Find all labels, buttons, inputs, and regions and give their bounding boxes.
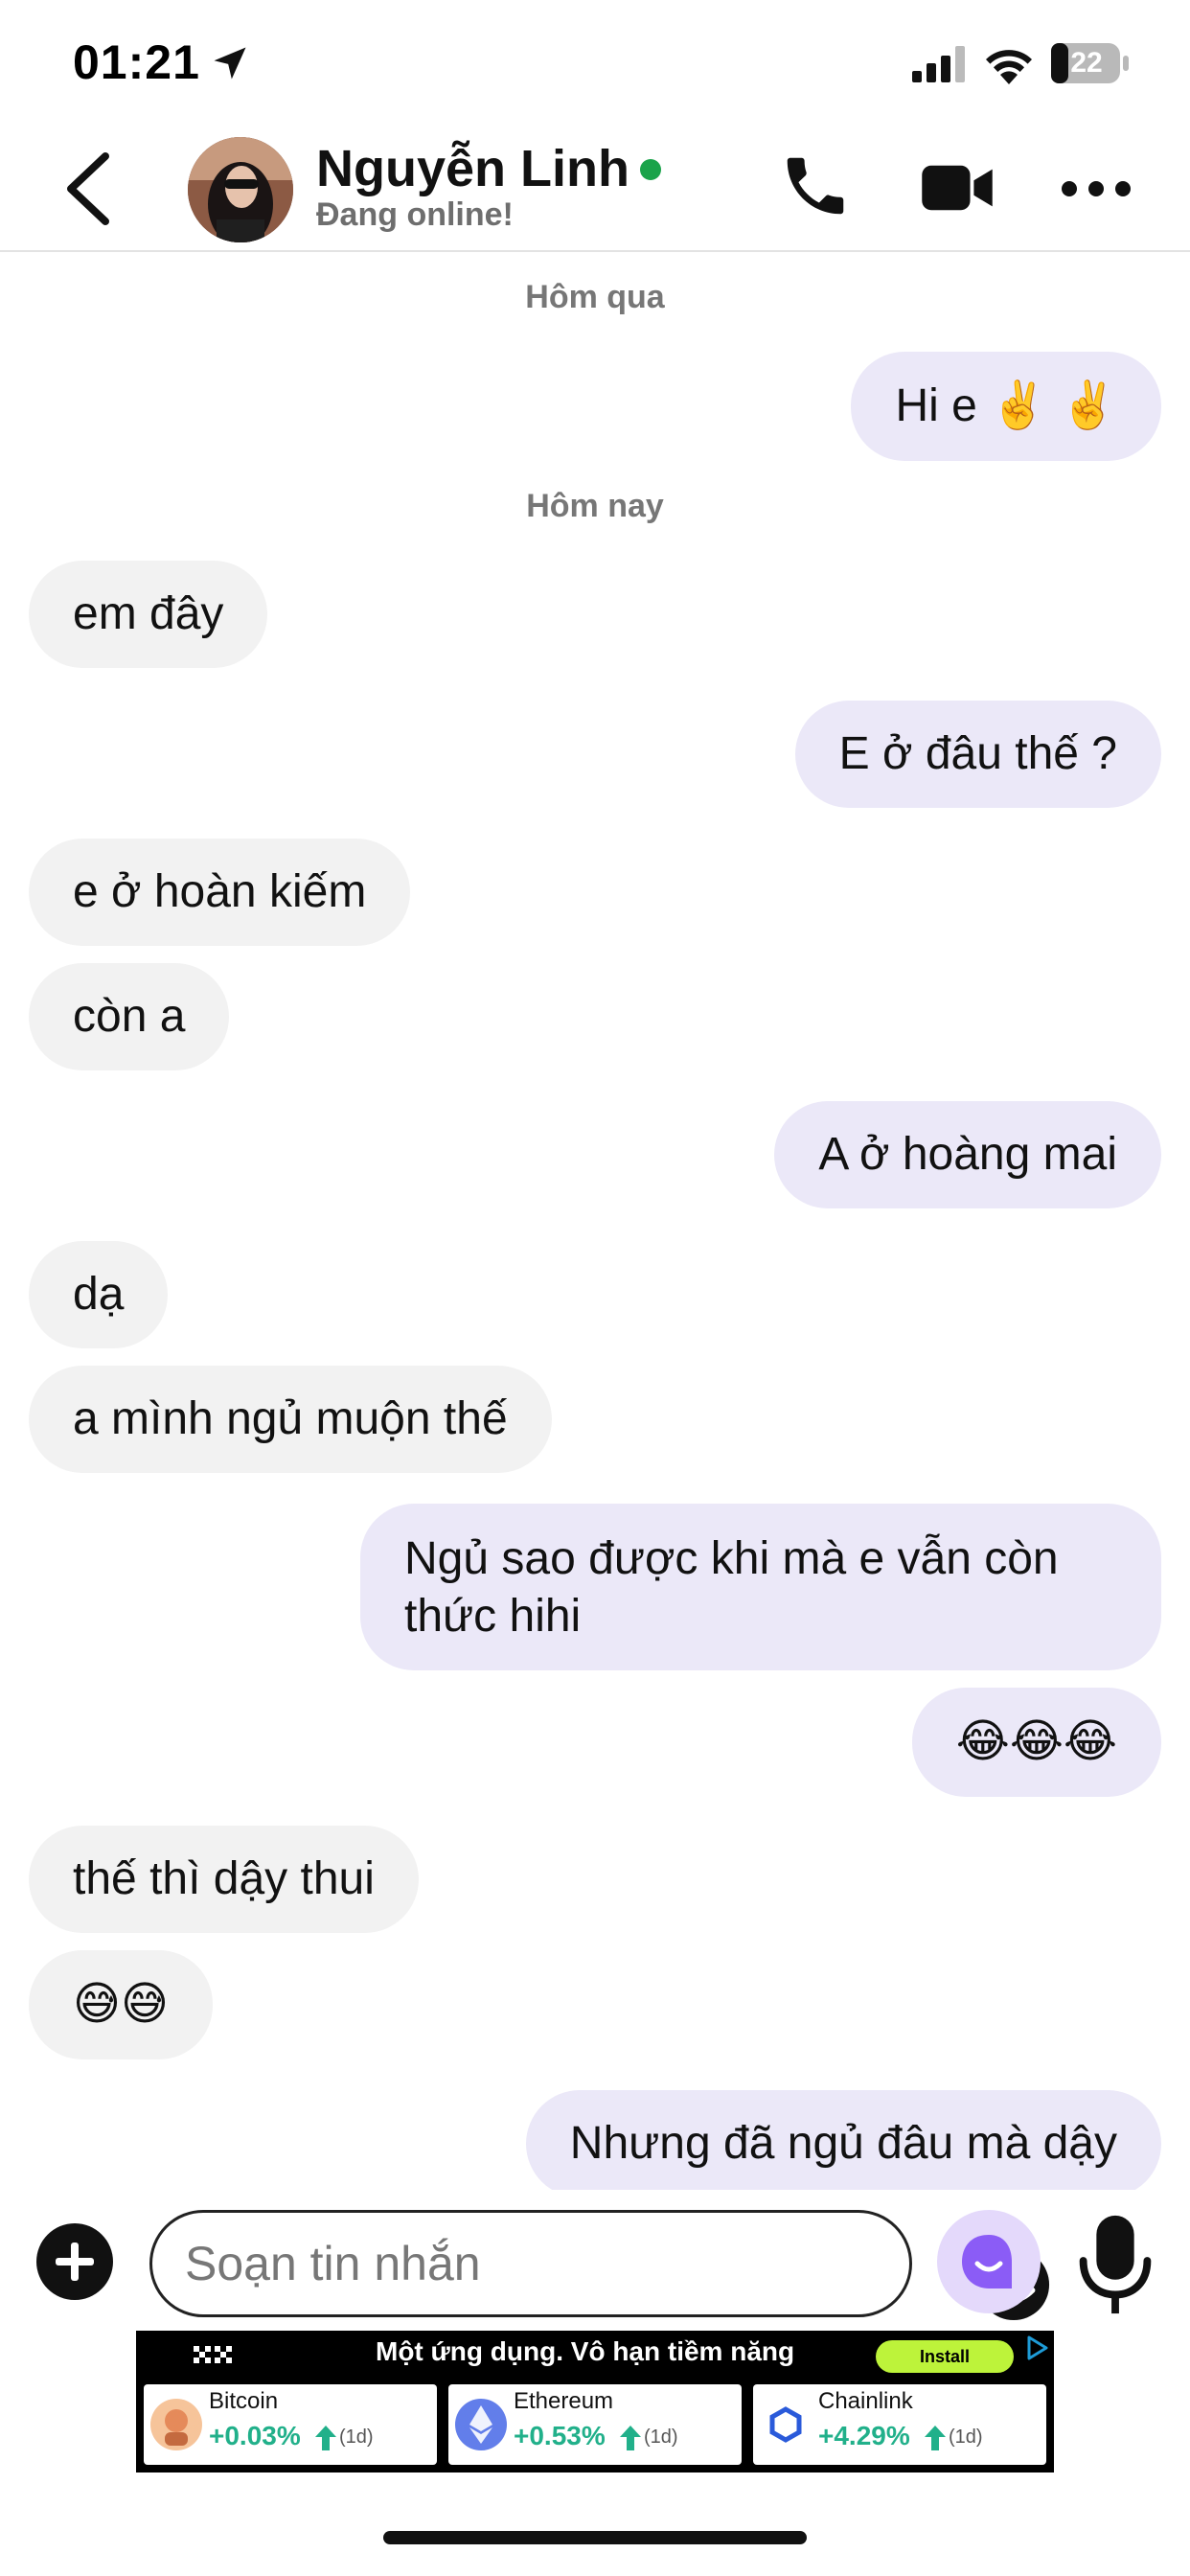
coin-card-bitcoin[interactable]: Bitcoin +0.03% (1d) xyxy=(144,2384,437,2465)
location-arrow-icon xyxy=(214,47,246,80)
cellular-signal-icon xyxy=(912,46,965,82)
message-bubble-sent[interactable]: Ngủ sao được khi mà e vẫn còn thức hihi xyxy=(360,1504,1161,1670)
coin-change: +4.29% xyxy=(818,2421,910,2450)
battery-level: 22 xyxy=(1070,47,1103,79)
coin-card-ethereum[interactable]: Ethereum +0.53% (1d) xyxy=(448,2384,742,2465)
coin-name: Bitcoin xyxy=(209,2388,279,2414)
message-bubble-received[interactable]: a mình ngủ muộn thế xyxy=(29,1366,552,1473)
date-separator: Hôm nay xyxy=(526,488,664,524)
message-bubble-received[interactable]: thế thì dậy thui xyxy=(29,1826,419,1933)
message-bubble-received[interactable]: em đây xyxy=(29,561,268,668)
contact-name: Nguyễn Linh xyxy=(316,140,629,197)
coin-card-chainlink[interactable]: Chainlink +4.29% (1d) xyxy=(753,2384,1046,2465)
chainlink-icon xyxy=(760,2399,812,2450)
arrow-up-icon xyxy=(620,2426,641,2450)
wifi-icon xyxy=(986,50,1032,84)
status-time: 01:21 xyxy=(73,35,200,89)
message-bubble-received[interactable]: e ở hoàn kiếm xyxy=(29,839,411,946)
avatar-image xyxy=(188,137,293,242)
online-indicator xyxy=(640,159,661,180)
message-bubble-sent[interactable]: A ở hoàng mai xyxy=(774,1101,1161,1208)
ai-assistant-icon xyxy=(962,2235,1012,2288)
coin-name: Ethereum xyxy=(514,2388,614,2414)
bitcoin-icon xyxy=(150,2399,202,2450)
chat-thread[interactable]: Hôm qua Hi e ✌️ ✌️ Hôm nay em đây E ở đâ… xyxy=(0,254,1190,2190)
microphone-button[interactable] xyxy=(1077,2212,1154,2317)
ad-choices-icon[interactable] xyxy=(1023,2334,1050,2361)
coin-period: (1d) xyxy=(949,2426,983,2448)
okx-logo-icon xyxy=(194,2346,232,2363)
more-options-button[interactable] xyxy=(1060,170,1133,208)
message-input-field[interactable] xyxy=(149,2210,1050,2321)
home-indicator xyxy=(383,2531,807,2544)
date-separator: Hôm qua xyxy=(525,279,665,315)
ad-headline: Một ứng dụng. Vô hạn tiềm năng xyxy=(376,2336,795,2366)
contact-status: Đang online! xyxy=(316,196,514,233)
message-bubble-sent[interactable]: 😂😂😂 xyxy=(911,1688,1161,1797)
add-attachment-button[interactable] xyxy=(36,2223,113,2300)
message-input[interactable] xyxy=(185,2232,798,2295)
message-bubble-received[interactable]: còn a xyxy=(29,963,230,1070)
message-bubble-sent[interactable]: Nhưng đã ngủ đâu mà dậy xyxy=(525,2090,1161,2190)
ad-banner[interactable]: Một ứng dụng. Vô hạn tiềm năng Install B… xyxy=(136,2331,1054,2472)
coin-name: Chainlink xyxy=(818,2388,913,2414)
ad-install-button[interactable]: Install xyxy=(876,2340,1014,2373)
message-bubble-received[interactable]: dạ xyxy=(29,1241,169,1348)
message-bubble-sent[interactable]: E ở đâu thế ? xyxy=(794,701,1161,808)
coin-change: +0.03% xyxy=(209,2421,301,2450)
arrow-up-icon xyxy=(315,2426,336,2450)
coin-period: (1d) xyxy=(339,2426,374,2448)
message-bubble-received[interactable]: 😅😅 xyxy=(29,1950,214,2059)
ethereum-icon xyxy=(455,2399,507,2450)
phone-call-button[interactable] xyxy=(778,149,853,223)
avatar[interactable] xyxy=(188,137,293,242)
arrow-up-icon xyxy=(925,2426,946,2450)
coin-change: +0.53% xyxy=(514,2421,606,2450)
coin-period: (1d) xyxy=(644,2426,678,2448)
video-call-button[interactable] xyxy=(920,160,995,216)
back-button[interactable] xyxy=(59,150,117,227)
status-bar: 01:21 22 xyxy=(0,0,1190,129)
ai-assistant-button[interactable] xyxy=(937,2210,1041,2313)
message-composer xyxy=(0,2195,1190,2338)
chat-header: Nguyễn Linh Đang online! xyxy=(0,129,1190,252)
message-bubble-sent[interactable]: Hi e ✌️ ✌️ xyxy=(851,352,1161,461)
